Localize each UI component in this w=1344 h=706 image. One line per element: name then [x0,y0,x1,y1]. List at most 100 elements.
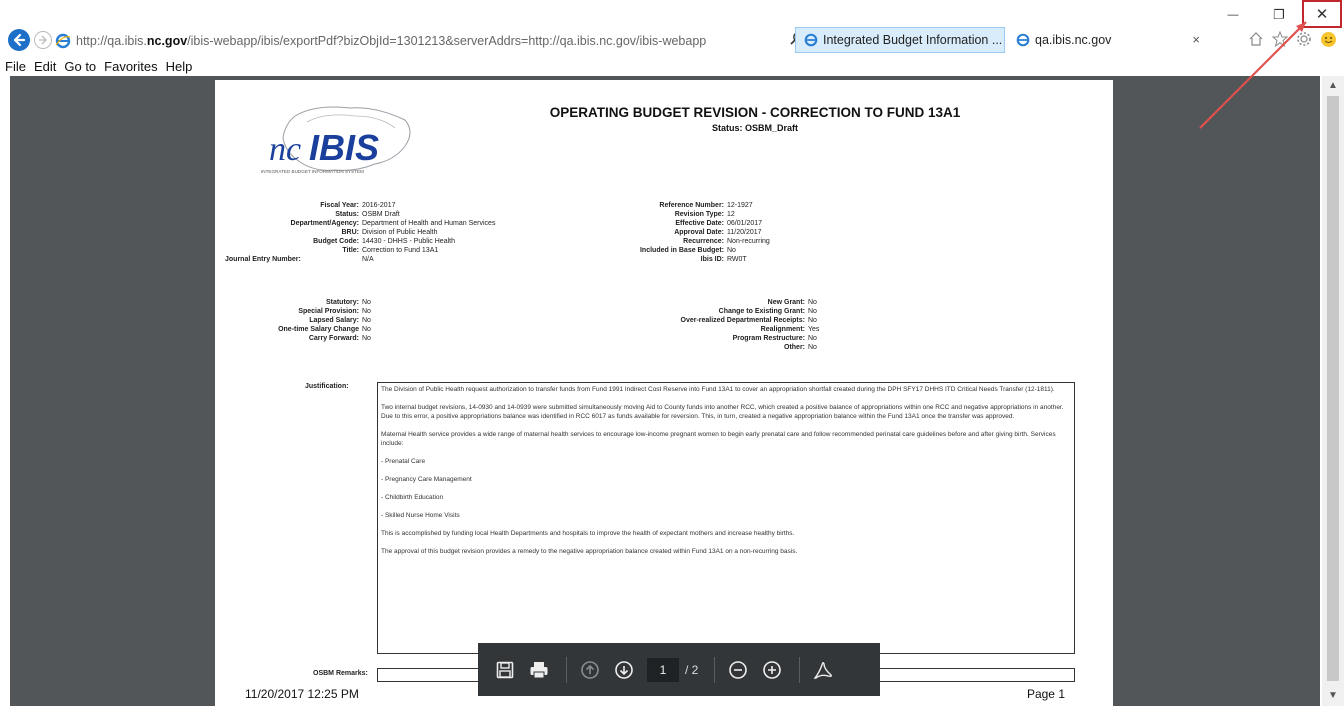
justification-box: The Division of Public Health request au… [377,382,1075,654]
vertical-scrollbar[interactable]: ▲ ▼ [1322,76,1344,706]
print-button[interactable] [524,655,554,685]
tab-qa-ibis[interactable]: qa.ibis.nc.gov × [1008,27,1208,53]
previous-page-button[interactable] [575,655,605,685]
flag-row: Lapsed Salary: No [225,316,371,325]
justification-paragraph: - Skilled Nurse Home Visits [381,512,460,519]
field-row: Revision Type: 12 [595,210,770,219]
navigation-bar: http://qa.ibis. nc.gov/ibis-webapp/ibis/e… [0,26,1344,56]
flag-label: New Grant: [767,299,805,306]
field-label: Effective Date: [675,220,724,227]
justification-paragraph: Maternal Health service provides a wide … [381,431,1056,447]
field-row: Ibis ID: RW0T [595,255,770,264]
scroll-up-icon[interactable]: ▲ [1327,80,1339,92]
flag-row: Statutory: No [225,298,371,307]
left-fields: Fiscal Year: 2016-2017 Status: OSBM Draft … [225,201,495,264]
pdf-viewer[interactable]: nc IBIS INTEGRATED BUDGET INFORMATION SY… [10,76,1320,706]
close-window-button[interactable]: ✕ [1302,0,1342,28]
field-label: Recurrence: [683,238,724,245]
field-row: Title: Correction to Fund 13A1 [225,246,495,255]
svg-text:INTEGRATED BUDGET INFORMATION: INTEGRATED BUDGET INFORMATION SYSTEM [261,169,364,174]
favorites-button[interactable] [1270,29,1290,49]
field-row: Department/Agency: Department of Health a… [225,219,496,228]
pdf-toolbar: 1 / 2 [478,643,880,696]
url-prefix: http://qa.ibis. [76,34,147,48]
next-page-button[interactable] [609,655,639,685]
field-value: Department of Health and Human Services [362,220,496,227]
tab-label: qa.ibis.nc.gov [1035,33,1112,47]
field-label: Department/Agency: [290,220,359,227]
field-row: Recurrence: Non-recurring [595,237,770,246]
field-value: 2016-2017 [362,202,396,209]
flag-value: Yes [808,326,820,333]
menu-file[interactable]: File [5,59,26,74]
viewer-left-edge [0,76,10,706]
svg-text:nc: nc [269,131,301,168]
ie-logo-icon [55,33,71,49]
tab-close-icon[interactable]: × [1192,32,1200,47]
back-arrow-icon [13,33,26,47]
page-total: / 2 [685,662,699,677]
close-icon: ✕ [1315,6,1329,23]
menu-favorites[interactable]: Favorites [104,59,157,74]
justification-paragraph: Two internal budget revisions, 14-0930 a… [381,404,1064,420]
flag-label: Other: [784,344,805,351]
menu-edit[interactable]: Edit [34,59,56,74]
field-value: 12 [727,211,735,218]
field-label: Ibis ID: [700,256,724,263]
flag-label: Program Restructure: [732,335,805,342]
flag-row: One-time Salary Change No [225,325,371,334]
flag-label: Carry Forward: [308,335,359,342]
osbm-remarks-label: OSBM Remarks: [313,670,368,677]
tab-integrated-budget[interactable]: Integrated Budget Information ... [795,27,1005,53]
save-button[interactable] [490,655,520,685]
menu-help[interactable]: Help [166,59,193,74]
flag-label: Special Provision: [298,308,359,315]
zoom-in-button[interactable] [757,655,787,685]
field-value: No [727,247,736,254]
right-flags: New Grant: No Change to Existing Grant: No… [595,298,820,352]
field-label: BRU: [341,229,360,236]
page-number-input[interactable]: 1 [647,657,679,682]
justification-paragraph: The approval of this budget revision pro… [381,548,798,555]
field-label: Budget Code: [313,238,359,245]
justification-label: Justification: [305,383,349,390]
save-icon [496,661,514,678]
flag-label: Realignment: [760,326,805,333]
field-label: Fiscal Year: [320,202,359,209]
home-button[interactable] [1246,29,1266,49]
field-row: Fiscal Year: 2016-2017 [225,201,495,210]
url-host: nc.gov [146,34,188,48]
feedback-button[interactable] [1318,29,1338,49]
forward-button[interactable] [34,31,52,49]
smiley-feedback-icon [1320,31,1336,47]
flag-label: Lapsed Salary: [309,317,359,324]
justification-paragraph: - Childbirth Education [381,494,444,501]
open-in-acrobat-button[interactable] [808,655,838,685]
flag-row: Program Restructure: No [595,334,819,343]
menu-go-to[interactable]: Go to [64,59,96,74]
back-button[interactable] [8,29,30,51]
field-row: Journal Entry Number: N/A [225,255,495,264]
justification-paragraph: - Prenatal Care [381,458,426,465]
ncibis-logo: nc IBIS INTEGRATED BUDGET INFORMATION SY… [261,106,411,174]
flag-value: No [808,344,817,351]
scrollbar-thumb[interactable] [1327,96,1339,681]
adobe-acrobat-icon [813,661,833,679]
toolbar-separator [566,656,567,683]
justification-paragraph: - Pregnancy Care Management [381,476,472,483]
field-label: Revision Type: [674,211,724,218]
document-status: Status: OSBM_Draft [711,123,798,133]
scroll-down-icon[interactable]: ▼ [1327,690,1339,702]
zoom-out-button[interactable] [723,655,753,685]
field-value: 14430 - DHHS - Public Health [362,238,455,245]
justification-paragraph: This is accomplished by funding local He… [381,530,795,537]
flag-row: Other: No [595,343,819,352]
print-icon [530,661,548,678]
url-path: /ibis-webapp/ibis/exportPdf?bizObjId=130… [187,34,707,48]
settings-button[interactable] [1294,29,1314,49]
address-bar[interactable]: http://qa.ibis. nc.gov/ibis-webapp/ibis/e… [55,29,785,53]
flag-value: No [808,308,817,315]
minimize-icon: — [1227,9,1239,21]
zoom-out-icon [729,660,748,679]
flag-value: No [808,335,817,342]
